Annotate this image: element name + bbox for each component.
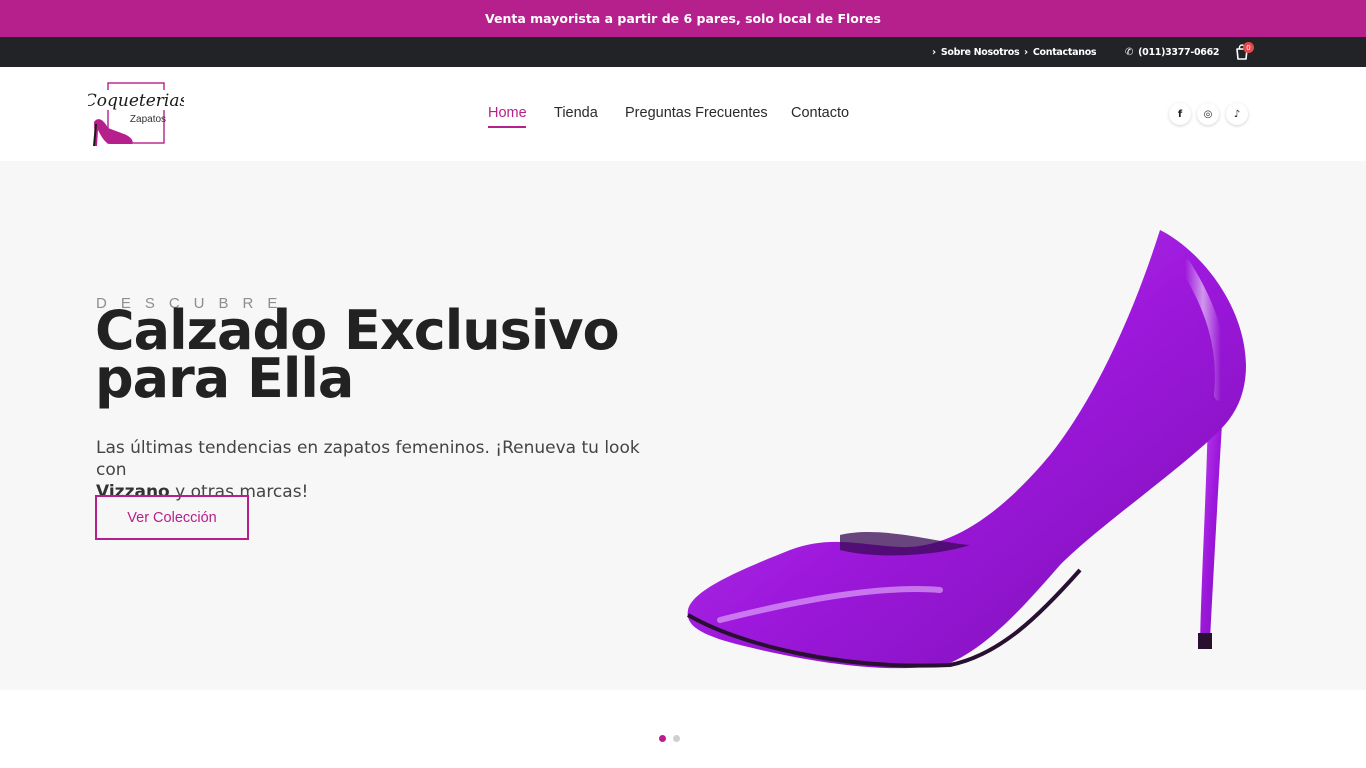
- promo-banner: Venta mayorista a partir de 6 pares, sol…: [0, 0, 1366, 37]
- promo-text: Venta mayorista a partir de 6 pares, sol…: [485, 11, 881, 26]
- hero-headline-line2: para Ella: [95, 347, 354, 410]
- nav-tienda[interactable]: Tienda: [554, 105, 598, 121]
- contactanos-label: Contactanos: [1032, 46, 1097, 58]
- sobre-nosotros-link[interactable]: › Sobre Nosotros: [932, 37, 1020, 67]
- nav-active-underline: [488, 126, 526, 128]
- facebook-icon[interactable]: f: [1169, 103, 1191, 125]
- contactanos-link[interactable]: › Contactanos: [1024, 37, 1097, 67]
- ver-coleccion-button[interactable]: Ver Colección: [95, 495, 249, 540]
- phone-link[interactable]: ✆ (011)3377-0662: [1125, 37, 1220, 67]
- phone-icon: ✆: [1125, 46, 1134, 58]
- logo-script-text: Coqueterias: [88, 91, 184, 111]
- chevron-right-icon: ›: [1024, 46, 1028, 58]
- top-utility-bar: › Sobre Nosotros › Contactanos ✆ (011)33…: [0, 37, 1366, 67]
- hero-headline: Calzado Exclusivo para Ella: [95, 304, 715, 406]
- carousel-dot-2[interactable]: [673, 735, 680, 742]
- nav-preguntas-frecuentes[interactable]: Preguntas Frecuentes: [625, 105, 768, 121]
- chevron-right-icon: ›: [932, 46, 936, 58]
- sobre-nosotros-label: Sobre Nosotros: [940, 46, 1020, 58]
- high-heel-icon: [93, 119, 133, 147]
- nav-contacto[interactable]: Contacto: [791, 105, 849, 121]
- hero-subtitle-part1: Las últimas tendencias en zapatos femeni…: [96, 438, 640, 480]
- instagram-icon[interactable]: ◎: [1197, 103, 1219, 125]
- logo-sub-text: Zapatos: [130, 114, 166, 125]
- tiktok-icon[interactable]: ♪: [1226, 103, 1248, 125]
- hero-subtitle: Las últimas tendencias en zapatos femeni…: [96, 437, 656, 503]
- purple-high-heel-image: [687, 230, 1246, 669]
- nav-home[interactable]: Home: [488, 105, 527, 121]
- phone-number: (011)3377-0662: [1138, 46, 1220, 58]
- brand-logo[interactable]: Coqueterias Zapatos: [88, 82, 184, 148]
- carousel-dot-1[interactable]: [659, 735, 666, 742]
- cart-count-badge: 0: [1243, 42, 1254, 53]
